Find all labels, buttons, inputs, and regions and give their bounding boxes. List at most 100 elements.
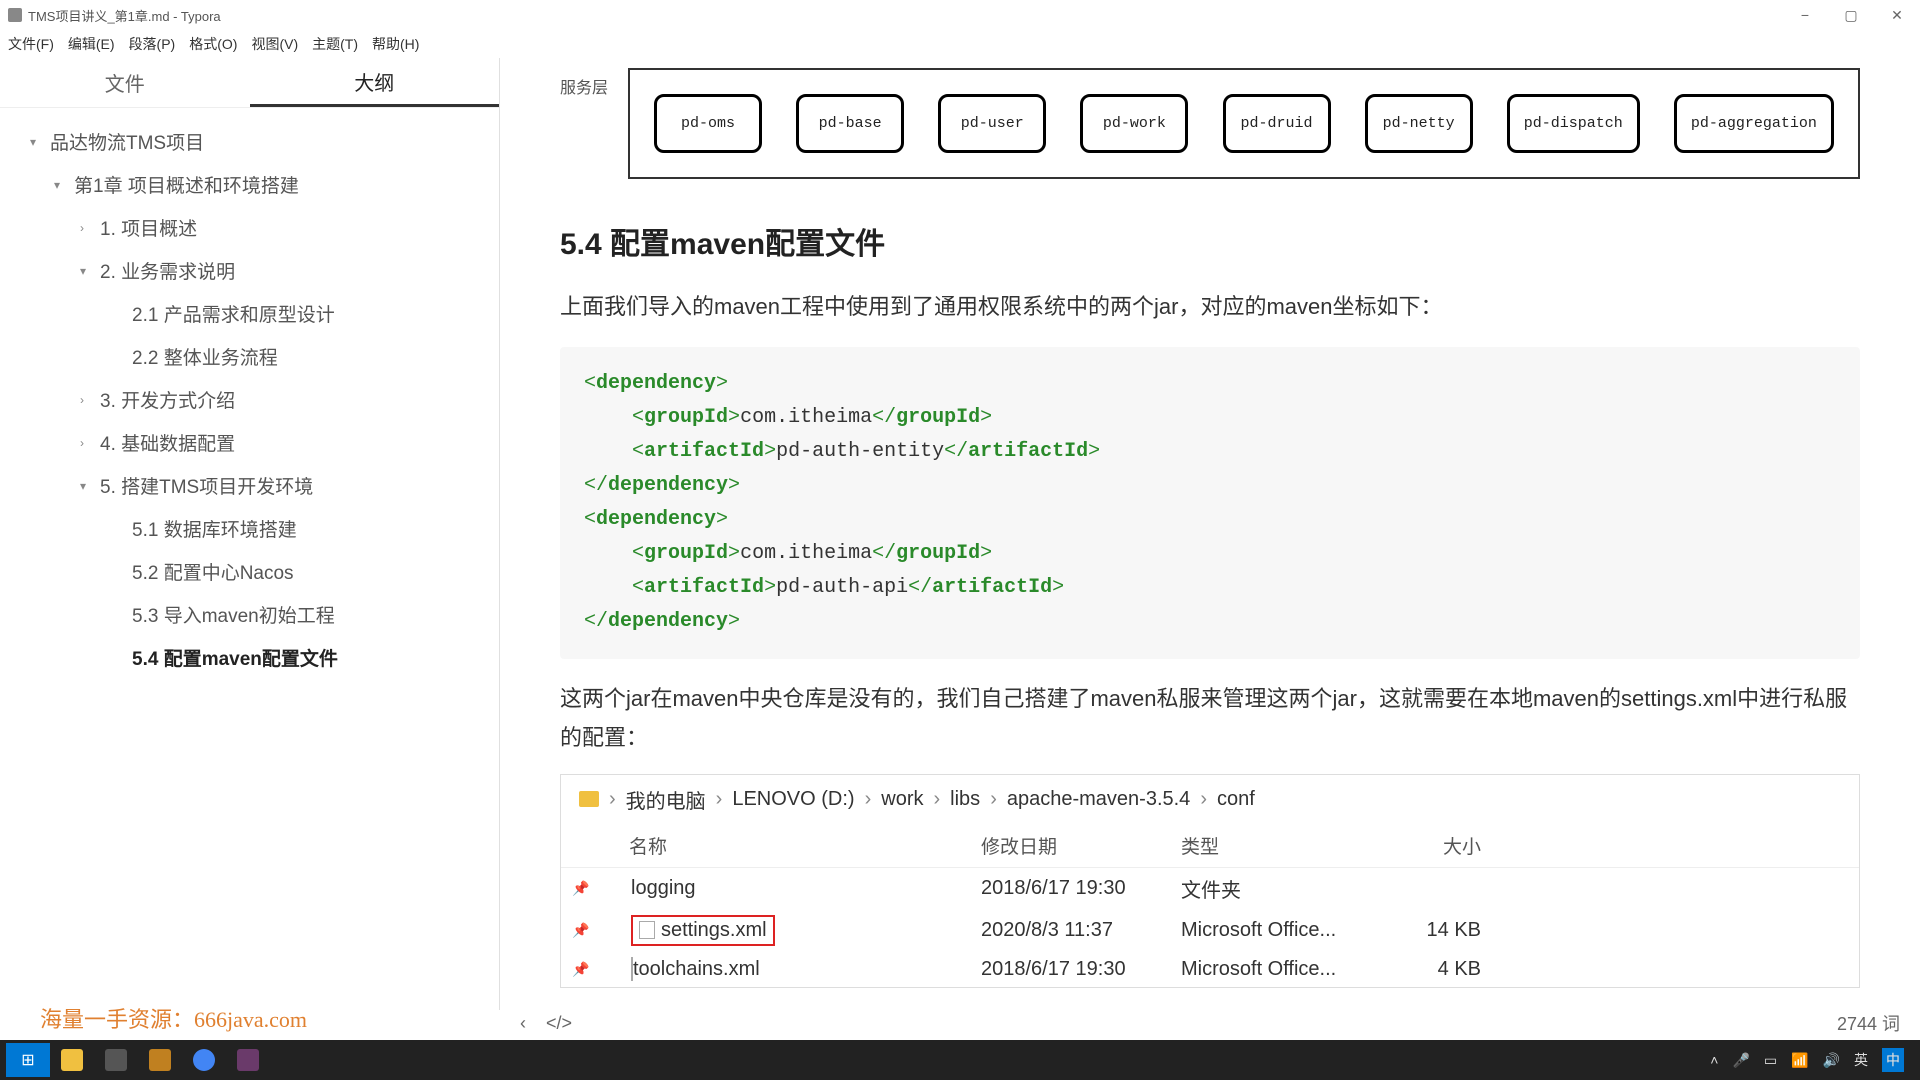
service-box: pd-omspd-basepd-userpd-workpd-druidpd-ne… — [628, 68, 1860, 179]
menu-format[interactable]: 格式(O) — [189, 34, 237, 54]
taskbar: ⊞ ˄ 🎤 ▭ 📶 🔊 英 ㆗ — [0, 1040, 1920, 1080]
menu-theme[interactable]: 主题(T) — [312, 34, 358, 54]
menu-paragraph[interactable]: 段落(P) — [129, 34, 176, 54]
app-icon — [8, 8, 22, 22]
code-block: <dependency> <groupId>com.itheima</group… — [560, 347, 1860, 659]
tray-wifi-icon[interactable]: 📶 — [1791, 1052, 1808, 1069]
window-title: TMS项目讲义_第1章.md - Typora — [28, 6, 221, 25]
file-row: 📌 logging2018/6/17 19:30文件夹 — [561, 868, 1859, 909]
document-content[interactable]: 服务层 pd-omspd-basepd-userpd-workpd-druidp… — [500, 58, 1920, 1010]
chevron-icon: ▾ — [54, 178, 68, 192]
outline-item[interactable]: 2.1 产品需求和原型设计 — [0, 292, 499, 335]
tray-lang[interactable]: 英 — [1854, 1050, 1868, 1070]
outline-item[interactable]: ▾ 第1章 项目概述和环境搭建 — [0, 163, 499, 206]
task-app1[interactable] — [94, 1043, 138, 1077]
sidebar: 文件 大纲 ▾品达物流TMS项目▾第1章 项目概述和环境搭建›1. 项目概述▾2… — [0, 58, 500, 1010]
outline-item[interactable]: 5.3 导入maven初始工程 — [0, 593, 499, 636]
task-app3[interactable] — [226, 1043, 270, 1077]
outline-label: 5.1 数据库环境搭建 — [132, 515, 297, 542]
back-button[interactable]: ‹ — [520, 1013, 526, 1034]
outline-item[interactable]: › 1. 项目概述 — [0, 206, 499, 249]
outline-item[interactable]: ▾ 5. 搭建TMS项目开发环境 — [0, 464, 499, 507]
outline-label: 5. 搭建TMS项目开发环境 — [100, 472, 313, 499]
maximize-button[interactable]: ▢ — [1828, 0, 1874, 30]
outline-item[interactable]: 5.4 配置maven配置文件 — [0, 636, 499, 679]
file-size: 4 KB — [1381, 958, 1501, 981]
outline-item[interactable]: ▾2. 业务需求说明 — [0, 249, 499, 292]
tray-battery-icon[interactable]: ▭ — [1764, 1052, 1777, 1069]
col-name: 名称 — [561, 832, 981, 859]
outline-label: 2.2 整体业务流程 — [132, 343, 278, 370]
chevron-icon: ▾ — [30, 135, 44, 149]
menu-edit[interactable]: 编辑(E) — [68, 34, 115, 54]
window-controls: − ▢ ✕ — [1782, 0, 1920, 30]
close-button[interactable]: ✕ — [1874, 0, 1920, 30]
service-layer-label: 服务层 — [560, 68, 608, 98]
col-date: 修改日期 — [981, 832, 1181, 859]
file-date: 2020/8/3 11:37 — [981, 919, 1181, 942]
service-module: pd-dispatch — [1507, 94, 1640, 153]
folder-icon — [579, 791, 599, 807]
chevron-icon: › — [80, 221, 94, 235]
file-list-header: 名称 修改日期 类型 大小 — [561, 824, 1859, 868]
outline-label: 品达物流TMS项目 — [50, 128, 204, 155]
tray-chevron-icon[interactable]: ˄ — [1710, 1052, 1718, 1068]
col-type: 类型 — [1181, 832, 1381, 859]
file-row: 📌 settings.xml 2020/8/3 11:37Microsoft Off… — [561, 909, 1859, 952]
file-explorer-screenshot: › 我的电脑›LENOVO (D:)›work›libs›apache-mave… — [560, 774, 1860, 988]
outline-item[interactable]: ▾ 品达物流TMS项目 — [0, 120, 499, 163]
task-app2[interactable] — [138, 1043, 182, 1077]
task-chrome[interactable] — [182, 1043, 226, 1077]
section-heading: 5.4 配置maven配置文件 — [560, 219, 1860, 263]
watermark: 海量一手资源：666java.com — [40, 1002, 307, 1034]
dep1-group: com.itheima — [740, 406, 872, 429]
file-type: Microsoft Office... — [1181, 919, 1381, 942]
menu-view[interactable]: 视图(V) — [251, 34, 298, 54]
tab-files[interactable]: 文件 — [0, 58, 250, 107]
breadcrumb-segment: work — [881, 788, 923, 811]
dep2-group: com.itheima — [740, 542, 872, 565]
service-module: pd-user — [938, 94, 1046, 153]
outline-item[interactable]: 5.1 数据库环境搭建 — [0, 507, 499, 550]
outline-label: 5.3 导入maven初始工程 — [132, 601, 335, 628]
start-button[interactable]: ⊞ — [6, 1043, 50, 1077]
outline-label: 2.1 产品需求和原型设计 — [132, 300, 335, 327]
tray-ime[interactable]: ㆗ — [1882, 1048, 1904, 1072]
chevron-icon: ▾ — [80, 479, 94, 493]
outline-item[interactable]: 5.2 配置中心Nacos — [0, 550, 499, 593]
system-tray: ˄ 🎤 ▭ 📶 🔊 英 ㆗ — [1710, 1048, 1914, 1072]
chevron-icon: › — [80, 393, 94, 407]
breadcrumb-segment: LENOVO (D:) — [732, 788, 854, 811]
service-module: pd-work — [1080, 94, 1188, 153]
tray-mic-icon[interactable]: 🎤 — [1732, 1052, 1749, 1069]
source-toggle[interactable]: </> — [546, 1013, 572, 1034]
breadcrumb-segment: libs — [950, 788, 980, 811]
menu-help[interactable]: 帮助(H) — [372, 34, 419, 54]
tab-outline[interactable]: 大纲 — [250, 58, 500, 107]
file-name: settings.xml — [661, 919, 767, 942]
minimize-button[interactable]: − — [1782, 0, 1828, 30]
pin-icon: 📌 — [561, 961, 601, 978]
file-type: 文件夹 — [1181, 874, 1381, 903]
outline-label: 5.4 配置maven配置文件 — [132, 644, 338, 671]
file-type: Microsoft Office... — [1181, 958, 1381, 981]
breadcrumb-segment: apache-maven-3.5.4 — [1007, 788, 1190, 811]
outline-item[interactable]: ›3. 开发方式介绍 — [0, 378, 499, 421]
file-icon — [631, 957, 633, 981]
file-size: 14 KB — [1381, 919, 1501, 942]
menubar: 文件(F) 编辑(E) 段落(P) 格式(O) 视图(V) 主题(T) 帮助(H… — [0, 30, 1920, 58]
tray-volume-icon[interactable]: 🔊 — [1823, 1052, 1840, 1069]
outline-item[interactable]: 2.2 整体业务流程 — [0, 335, 499, 378]
outline-label: 第1章 项目概述和环境搭建 — [74, 171, 299, 198]
outline-item[interactable]: ›4. 基础数据配置 — [0, 421, 499, 464]
pin-icon: 📌 — [561, 922, 601, 939]
service-module: pd-aggregation — [1674, 94, 1834, 153]
menu-file[interactable]: 文件(F) — [8, 34, 54, 54]
task-explorer[interactable] — [50, 1043, 94, 1077]
file-date: 2018/6/17 19:30 — [981, 877, 1181, 900]
dep2-artifact: pd-auth-api — [776, 576, 908, 599]
file-name: toolchains.xml — [633, 958, 760, 980]
service-module: pd-oms — [654, 94, 762, 153]
outline-label: 1. 项目概述 — [100, 214, 197, 241]
outline-label: 5.2 配置中心Nacos — [132, 558, 294, 585]
